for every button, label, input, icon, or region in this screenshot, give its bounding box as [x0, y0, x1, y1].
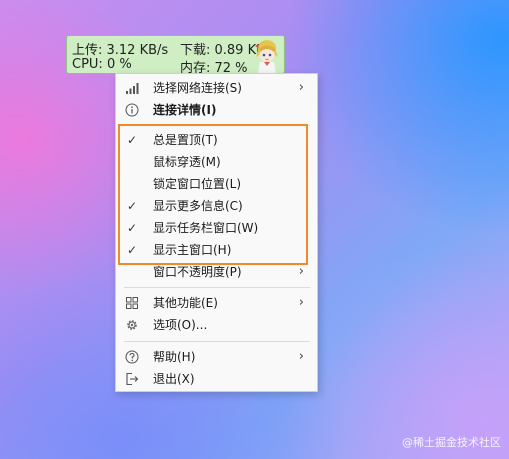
menu-item-label: 其他功能(E): [153, 296, 218, 310]
help-icon: [125, 350, 139, 364]
menu-item-label: 选项(O)...: [153, 318, 208, 332]
chevron-right-icon: ›: [298, 295, 304, 310]
upload-speed: 上传: 3.12 KB/s: [72, 43, 169, 58]
gear-icon: [127, 320, 137, 330]
menu-separator: [124, 125, 310, 126]
menu-separator: [124, 341, 310, 342]
menu-item-window-opacity[interactable]: 窗口不透明度(P) ›: [116, 261, 317, 283]
checkmark-icon: ✓: [127, 221, 138, 235]
menu-item-show-more-info[interactable]: ✓ 显示更多信息(C): [116, 195, 317, 217]
checkmark-icon: ✓: [127, 199, 138, 213]
grid-icon: [126, 297, 138, 309]
menu-item-options[interactable]: 选项(O)...: [116, 314, 317, 336]
exit-icon: [126, 372, 139, 386]
context-menu: 选择网络连接(S) › 连接详情(I) ✓ 总是置顶(T) 鼠标穿透(M) 锁定…: [115, 73, 318, 392]
menu-item-label: 帮助(H): [153, 350, 196, 364]
menu-separator: [124, 287, 310, 288]
menu-item-exit[interactable]: 退出(X): [116, 368, 317, 390]
menu-item-label: 总是置顶(T): [153, 133, 218, 147]
chevron-right-icon: ›: [298, 349, 304, 364]
menu-item-label: 显示主窗口(H): [153, 243, 232, 257]
speed-widget[interactable]: 上传: 3.12 KB/s 下载: 0.89 KB/s CPU: 0 % 内存:…: [66, 35, 285, 76]
menu-item-lock-window-position[interactable]: 锁定窗口位置(L): [116, 173, 317, 195]
menu-item-label: 鼠标穿透(M): [153, 155, 221, 169]
chevron-right-icon: ›: [298, 264, 304, 279]
menu-item-show-taskbar-window[interactable]: ✓ 显示任务栏窗口(W): [116, 217, 317, 239]
menu-item-connection-details[interactable]: 连接详情(I): [116, 99, 317, 121]
checkmark-icon: ✓: [127, 243, 138, 257]
menu-item-mouse-penetrate[interactable]: 鼠标穿透(M): [116, 151, 317, 173]
watermark: @稀土掘金技术社区: [402, 436, 501, 449]
menu-item-label: 连接详情(I): [153, 103, 217, 117]
chevron-right-icon: ›: [298, 80, 304, 95]
menu-item-always-on-top[interactable]: ✓ 总是置顶(T): [116, 129, 317, 151]
menu-item-label: 选择网络连接(S): [153, 81, 242, 95]
menu-item-select-network[interactable]: 选择网络连接(S) ›: [116, 77, 317, 99]
menu-item-label: 锁定窗口位置(L): [153, 177, 242, 191]
menu-item-other-functions[interactable]: 其他功能(E) ›: [116, 292, 317, 314]
menu-item-label: 显示任务栏窗口(W): [153, 221, 259, 235]
menu-item-show-main-window[interactable]: ✓ 显示主窗口(H): [116, 239, 317, 261]
menu-item-label: 窗口不透明度(P): [153, 265, 242, 279]
mascot-icon: [255, 40, 278, 73]
menu-item-label: 显示更多信息(C): [153, 199, 243, 213]
info-icon: [125, 103, 139, 117]
cpu-usage: CPU: 0 %: [72, 57, 132, 72]
menu-item-help[interactable]: 帮助(H) ›: [116, 346, 317, 368]
checkmark-icon: ✓: [127, 133, 138, 147]
signal-bars-icon: [126, 83, 139, 94]
menu-item-label: 退出(X): [153, 372, 195, 386]
